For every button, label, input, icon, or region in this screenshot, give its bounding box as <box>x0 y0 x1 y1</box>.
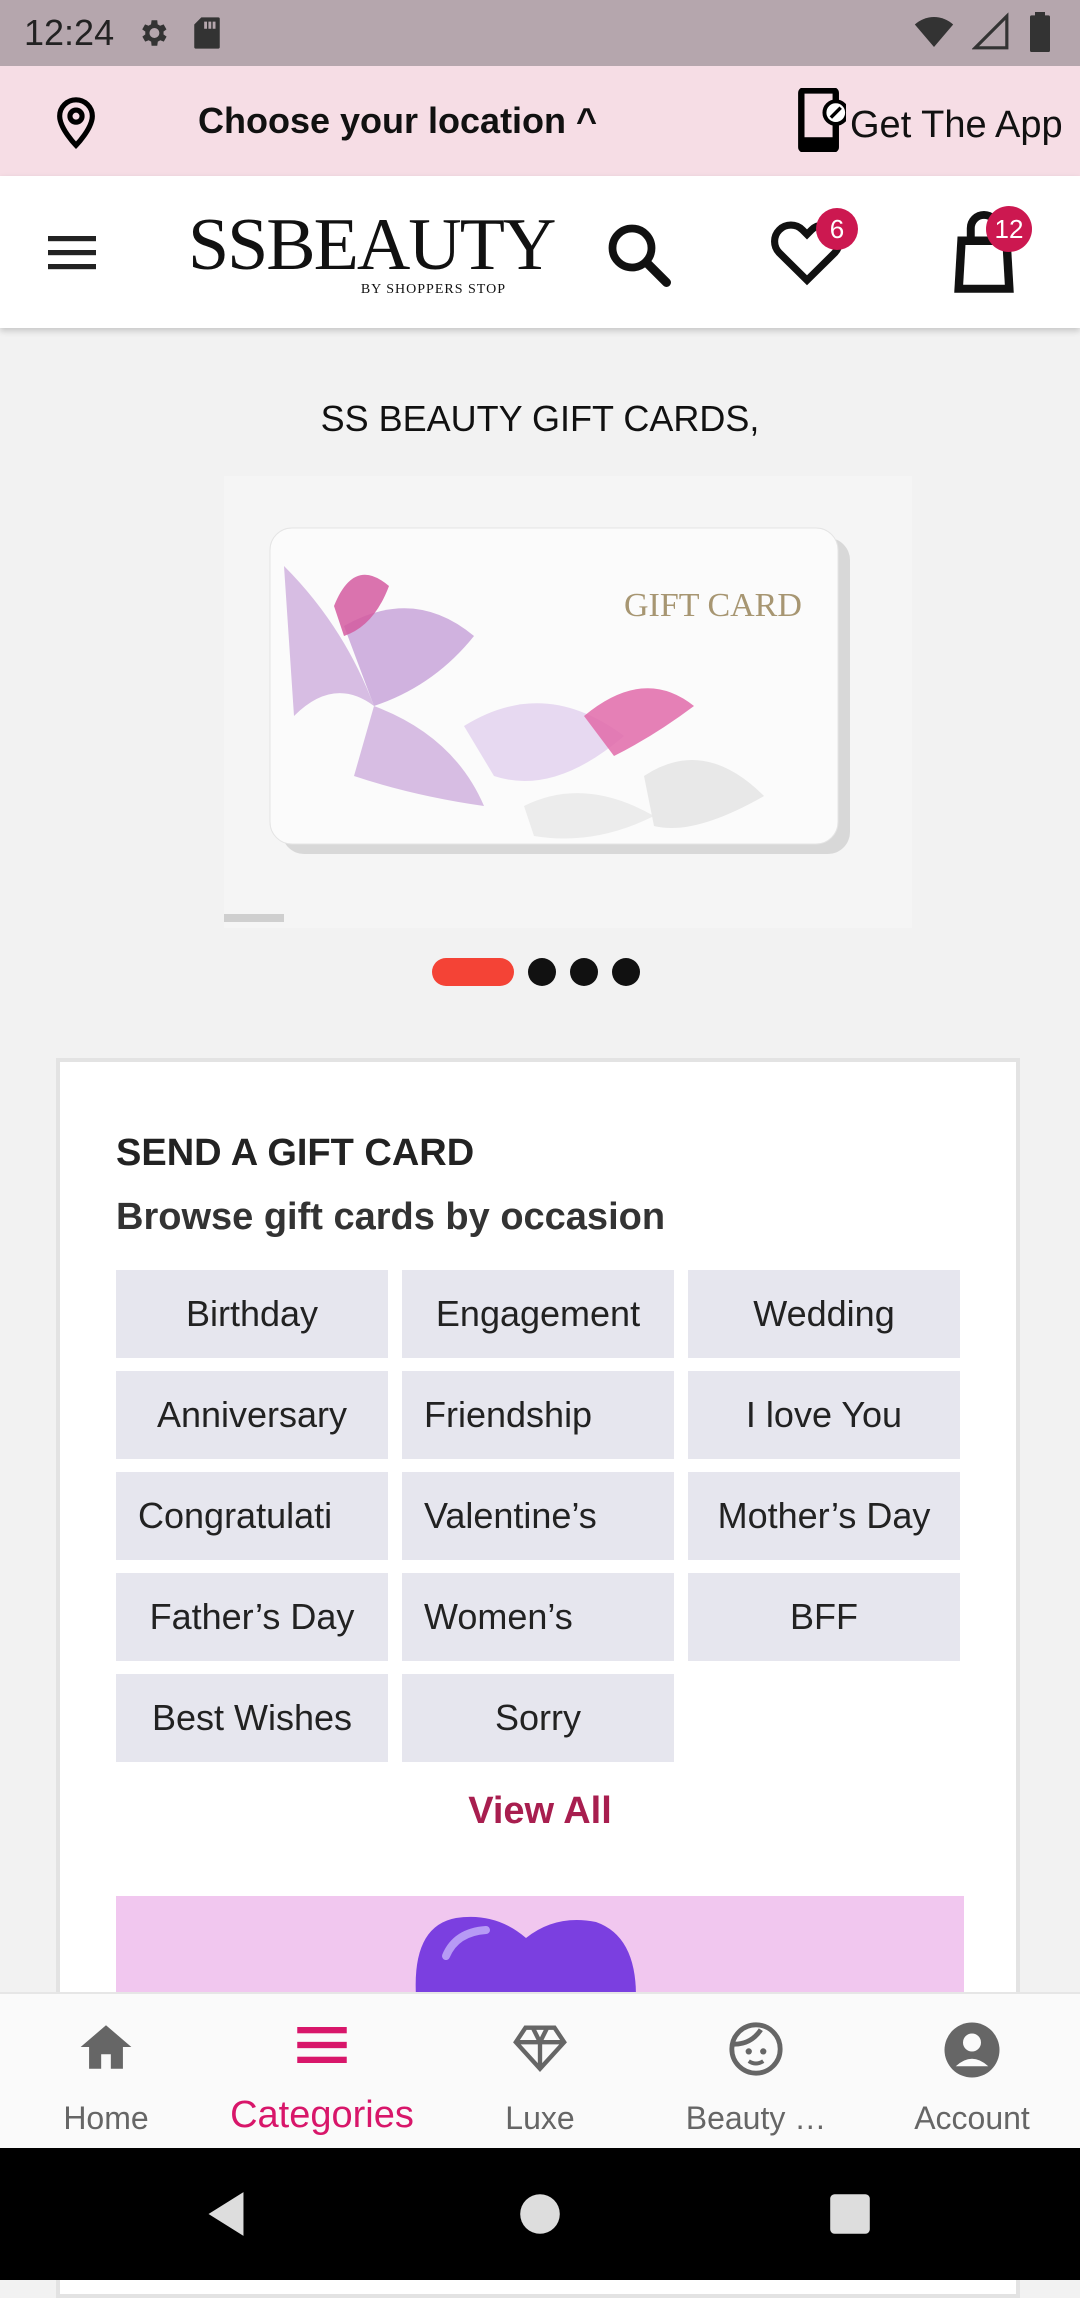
nav-label: Beauty … <box>685 2100 827 2136</box>
location-bar[interactable]: Choose your location ^ Get The App <box>0 66 1080 176</box>
choose-location-button[interactable]: Choose your location ^ <box>198 100 597 142</box>
occasion-anniversary[interactable]: Anniversary <box>116 1371 388 1459</box>
location-pin-icon <box>48 92 104 157</box>
diamond-icon <box>511 2020 569 2079</box>
occasion-valentines[interactable]: Valentine’s <box>402 1472 674 1560</box>
nav-categories[interactable]: Categories <box>222 1994 422 2150</box>
gift-card-image: GIFT CARD <box>224 476 912 928</box>
gift-card-banner[interactable]: GIFT CARD <box>224 476 912 928</box>
app-header: SSBEAUTY BY SHOPPERS STOP 6 12 <box>0 176 1080 328</box>
face-icon <box>727 2020 785 2083</box>
system-navigation-bar <box>0 2148 1080 2280</box>
signal-icon <box>971 12 1010 57</box>
gift-card-text: GIFT CARD <box>624 587 802 624</box>
occasion-engagement[interactable]: Engagement <box>402 1270 674 1358</box>
menu-icon[interactable] <box>44 228 100 281</box>
search-icon[interactable] <box>602 218 674 295</box>
cart-button[interactable]: 12 <box>946 206 1032 301</box>
occasion-wedding[interactable]: Wedding <box>688 1270 960 1358</box>
occasion-bff[interactable]: BFF <box>688 1573 960 1661</box>
carousel-indicator <box>432 958 640 986</box>
section-subheading: Browse gift cards by occasion <box>116 1196 666 1238</box>
wishlist-button[interactable]: 6 <box>768 208 858 293</box>
get-app-label: Get The App <box>850 103 1063 146</box>
sd-card-icon <box>192 16 222 50</box>
wifi-icon <box>914 12 954 57</box>
carousel-dot[interactable] <box>570 958 598 986</box>
nav-home[interactable]: Home <box>6 1994 206 2150</box>
carousel-dot-active[interactable] <box>432 958 514 986</box>
occasion-womens[interactable]: Women’s <box>402 1573 674 1661</box>
occasion-fathers-day[interactable]: Father’s Day <box>116 1573 388 1661</box>
occasion-mothers-day[interactable]: Mother’s Day <box>688 1472 960 1560</box>
carousel-dot[interactable] <box>612 958 640 986</box>
home-circle-icon[interactable] <box>518 2192 562 2241</box>
banner-title: SS BEAUTY GIFT CARDS, <box>320 398 760 439</box>
promo-banner[interactable] <box>116 1896 964 1996</box>
recents-icon[interactable] <box>828 2192 872 2241</box>
nav-luxe[interactable]: Luxe <box>440 1994 640 2150</box>
logo-subtext: BY SHOPPERS STOP <box>360 282 506 297</box>
balloon-heart-image <box>415 1916 636 1996</box>
carousel-dot[interactable] <box>528 958 556 986</box>
phone-app-icon <box>796 87 850 162</box>
occasion-i-love-you[interactable]: I love You <box>688 1371 960 1459</box>
wishlist-count-badge: 6 <box>816 208 858 250</box>
occasion-congratulations[interactable]: Congratulati <box>116 1472 388 1560</box>
categories-icon <box>295 2020 349 2075</box>
nav-label: Categories <box>230 2094 414 2136</box>
occasion-best-wishes[interactable]: Best Wishes <box>116 1674 388 1762</box>
cart-count-badge: 12 <box>986 206 1032 252</box>
get-app-button[interactable]: Get The App <box>796 87 1063 162</box>
account-icon <box>942 2020 1002 2085</box>
occasion-grid: Birthday Engagement Wedding Anniversary … <box>116 1270 964 1762</box>
nav-label: Account <box>914 2100 1030 2136</box>
nav-account[interactable]: Account <box>872 1994 1072 2150</box>
nav-beauty[interactable]: Beauty … <box>656 1994 856 2150</box>
nav-label: Luxe <box>505 2100 575 2136</box>
status-time: 12:24 <box>24 12 115 53</box>
view-all-link[interactable]: View All <box>0 1790 1080 1833</box>
occasion-birthday[interactable]: Birthday <box>116 1270 388 1358</box>
section-heading: SEND A GIFT CARD <box>116 1132 475 1174</box>
logo-text: SSBEAUTY <box>188 204 556 286</box>
gear-icon <box>136 16 170 50</box>
battery-icon <box>1028 12 1052 57</box>
home-icon <box>77 2020 135 2079</box>
occasion-sorry[interactable]: Sorry <box>402 1674 674 1762</box>
back-icon[interactable] <box>204 2190 248 2243</box>
ssbeauty-logo[interactable]: SSBEAUTY BY SHOPPERS STOP <box>188 204 556 297</box>
occasion-friendship[interactable]: Friendship <box>402 1371 674 1459</box>
nav-label: Home <box>63 2100 149 2136</box>
status-bar: 12:24 <box>0 0 1080 66</box>
bottom-navigation: Home Categories Luxe Beauty … Account <box>0 1992 1080 2150</box>
